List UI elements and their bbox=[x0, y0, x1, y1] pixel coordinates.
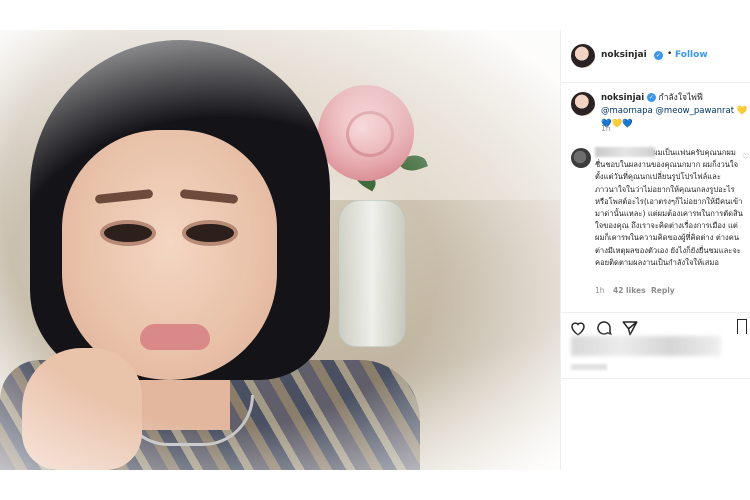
profile-avatar[interactable] bbox=[571, 44, 595, 68]
comment-text: ผมเป็นแฟนครับคุณนกผมชื่นชอบในผลงานของคุณ… bbox=[595, 148, 743, 267]
verified-badge-icon: ✓ bbox=[646, 93, 656, 102]
share-icon[interactable] bbox=[621, 319, 639, 337]
username-link[interactable]: noksinjai bbox=[601, 50, 647, 60]
comment-time: 1h bbox=[595, 286, 605, 295]
separator-dot: • bbox=[667, 49, 673, 59]
likes-count-blurred bbox=[571, 336, 721, 356]
caption-avatar[interactable] bbox=[571, 92, 595, 116]
commenter-avatar[interactable] bbox=[571, 148, 591, 168]
comment-reply-button[interactable]: Reply bbox=[651, 286, 675, 295]
comment-like-icon[interactable]: ♡ bbox=[742, 152, 749, 161]
commenter-username-blurred bbox=[595, 147, 655, 157]
comment-icon[interactable] bbox=[595, 319, 613, 337]
caption-mentions[interactable]: @maornapa @meow_pawanrat bbox=[601, 106, 734, 116]
heart-icon[interactable] bbox=[569, 319, 587, 337]
verified-badge-icon: ✓ bbox=[654, 51, 663, 60]
post-header: noksinjai ✓ • Follow bbox=[561, 30, 750, 83]
post-photo[interactable] bbox=[0, 30, 560, 470]
bookmark-icon[interactable] bbox=[737, 319, 747, 334]
add-comment-divider bbox=[561, 378, 750, 379]
photo-vignette bbox=[0, 30, 560, 470]
comment-likes[interactable]: 42 likes bbox=[613, 286, 646, 295]
caption: noksinjai ✓ กำลังใจไพ่ฟี @maornapa @meow… bbox=[601, 92, 750, 131]
follow-button[interactable]: Follow bbox=[675, 50, 708, 60]
caption-text: กำลังใจไพ่ฟี bbox=[658, 93, 703, 103]
post-time-blurred bbox=[571, 364, 607, 370]
caption-time: 1h bbox=[601, 124, 611, 133]
caption-username[interactable]: noksinjai bbox=[601, 93, 644, 103]
post-side-panel: noksinjai ✓ • Follow noksinjai ✓ กำลังใจ… bbox=[560, 30, 750, 470]
